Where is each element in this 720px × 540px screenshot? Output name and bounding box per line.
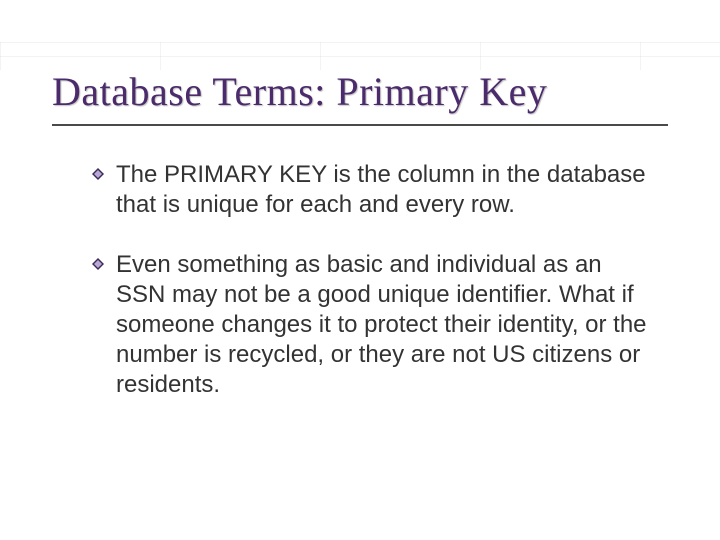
slide-body: The PRIMARY KEY is the column in the dat… [92, 160, 652, 430]
bullet-text: Even something as basic and individual a… [116, 251, 647, 398]
diamond-bullet-icon [92, 258, 104, 270]
diamond-bullet-icon [92, 168, 104, 180]
slide: Database Terms: Primary Key The PRIMARY … [0, 0, 720, 540]
slide-title: Database Terms: Primary Key [52, 68, 680, 115]
title-underline [52, 124, 668, 126]
decorative-grid [0, 42, 720, 70]
bullet-item: Even something as basic and individual a… [92, 250, 652, 400]
bullet-item: The PRIMARY KEY is the column in the dat… [92, 160, 652, 220]
bullet-text: The PRIMARY KEY is the column in the dat… [116, 161, 646, 218]
